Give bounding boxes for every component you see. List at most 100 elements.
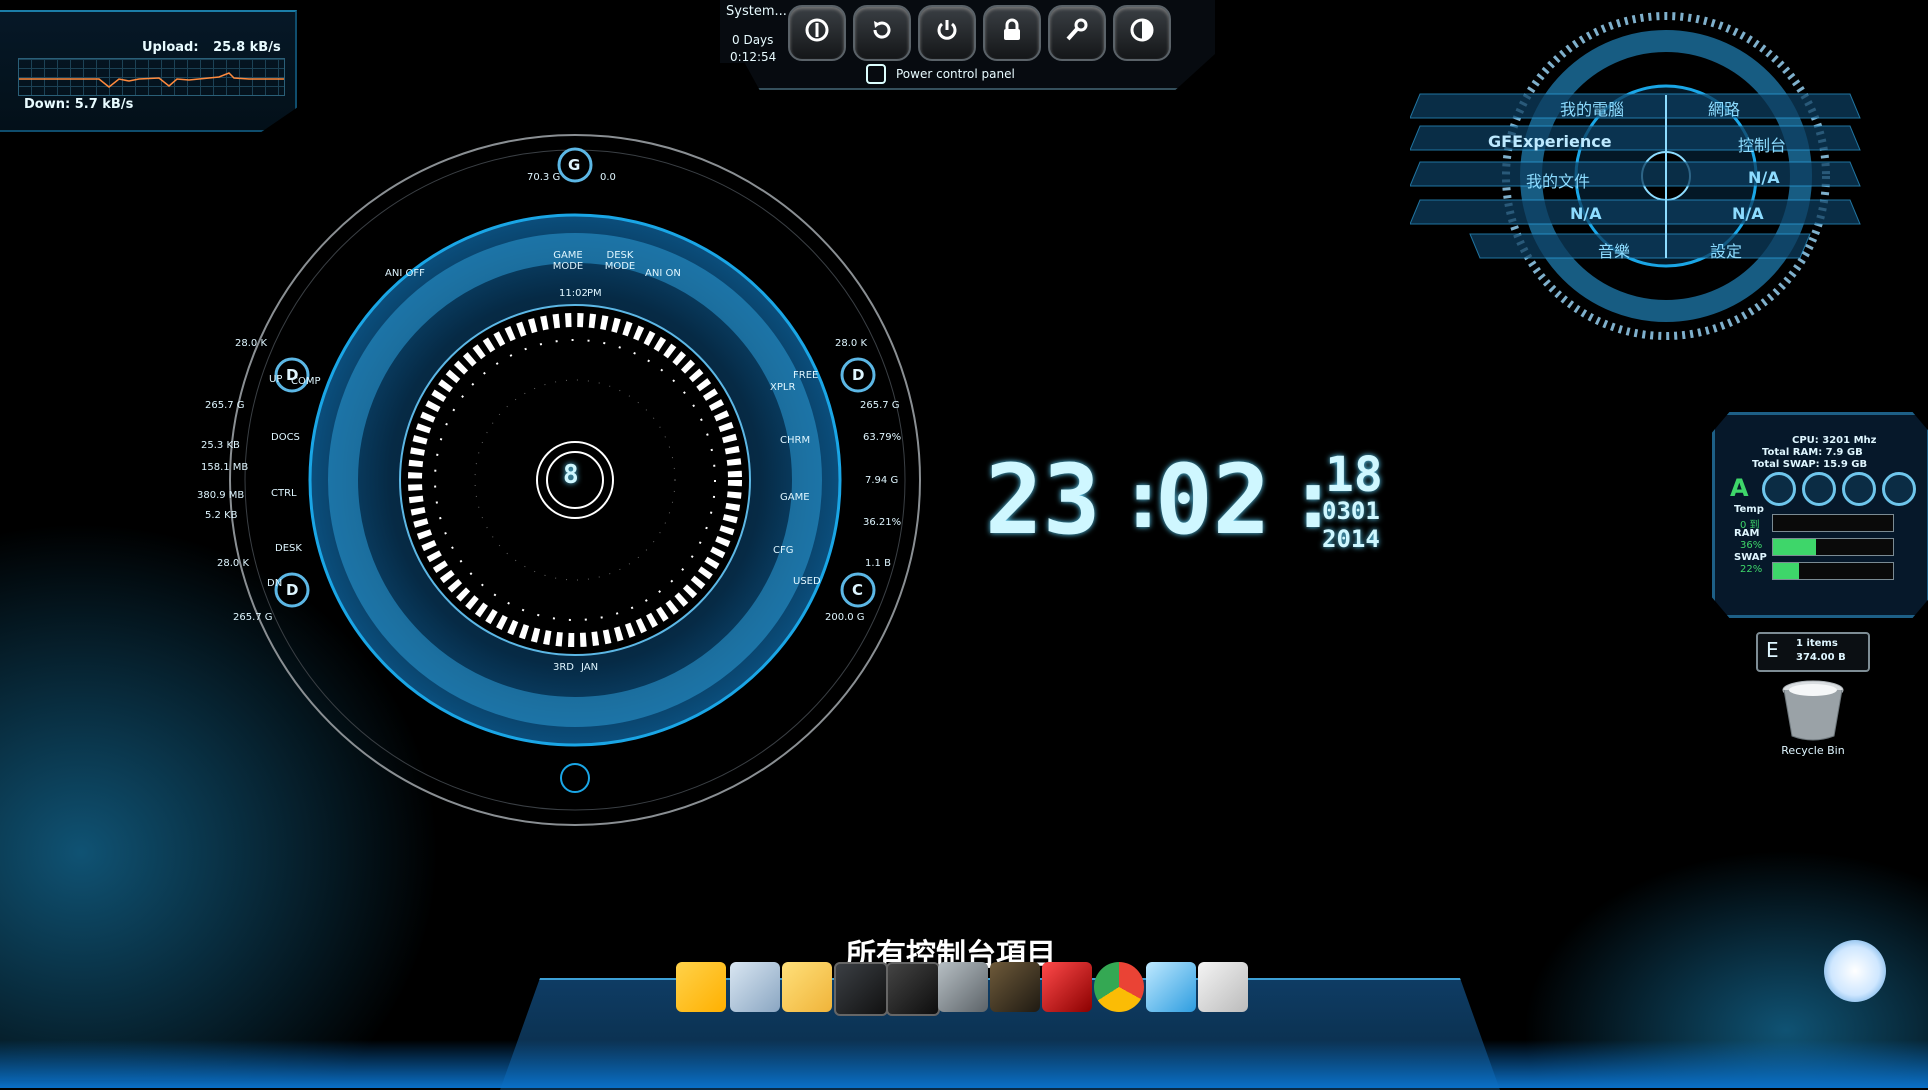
hud-button-game-mode[interactable]: GAME MODE [543, 250, 593, 272]
upload-readout: Upload: 25.8 kB/s [142, 40, 281, 55]
radial-item-control-panel[interactable]: 控制台 [1738, 132, 1786, 156]
drive-size: 374.00 B [1796, 652, 1846, 663]
power-control-panel: System... 0 Days 0:12:54 Power control p… [720, 0, 1215, 92]
dock-tools-icon[interactable] [676, 962, 726, 1012]
hud-center-number[interactable]: 8 [563, 460, 579, 490]
download-readout: Down: 5.7 kB/s [24, 97, 133, 112]
hud-button-comp[interactable]: COMP [291, 376, 321, 387]
swap-label: SWAP [1734, 552, 1767, 563]
radial-item-settings[interactable]: 設定 [1710, 238, 1742, 262]
hibernate-icon [1129, 17, 1155, 50]
hud-button-ani-off[interactable]: ANI OFF [385, 268, 425, 279]
cpu-core-gauges [1762, 472, 1916, 506]
uptime-days: 0 Days [732, 33, 774, 47]
recycle-bin[interactable]: Recycle Bin [1768, 678, 1858, 762]
radial-item-my-documents[interactable]: 我的文件 [1526, 168, 1590, 192]
restart-button[interactable] [853, 5, 911, 61]
drive-letter: E [1766, 638, 1779, 662]
network-graph [18, 58, 285, 96]
drive-e-widget[interactable]: E 1 items 374.00 B [1756, 632, 1870, 672]
hud-month: JAN [581, 662, 599, 673]
lock-icon [999, 17, 1025, 50]
hud-up-label: UP [269, 374, 283, 385]
hud-button-docs[interactable]: DOCS [271, 432, 300, 443]
radial-item-na[interactable]: N/A [1732, 204, 1764, 223]
hud-top-left-value: 70.3 G [527, 172, 561, 183]
radial-menu-rings [1409, 12, 1861, 340]
dock-calculator-icon[interactable] [886, 962, 940, 1016]
hud-button-xplr[interactable]: XPLR [770, 382, 795, 393]
swap-percent: 22% [1740, 564, 1763, 575]
power-panel-label: Power control panel [896, 67, 1015, 81]
radial-item-network[interactable]: 網路 [1708, 96, 1740, 120]
shutdown-button[interactable] [918, 5, 976, 61]
hud-button-desk-mode[interactable]: DESK MODE [595, 250, 645, 272]
total-ram: Total RAM: 7.9 GB [1762, 447, 1863, 458]
power-icon [804, 17, 830, 50]
dock-guild-wars-2-icon[interactable] [1042, 962, 1092, 1012]
hibernate-button[interactable] [1113, 5, 1171, 61]
hud-right-value: 63.79% [863, 432, 902, 443]
hud-button-chrm[interactable]: CHRM [780, 435, 810, 446]
collapse-icon[interactable] [866, 64, 886, 84]
hud-right-value: 265.7 G [860, 400, 900, 411]
hud-left-value: 5.2 KB [205, 510, 238, 521]
hud-button-cfg[interactable]: CFG [773, 545, 793, 556]
hud-badge-g[interactable]: G [568, 156, 580, 174]
cpu-frequency: CPU: 3201 Mhz [1792, 435, 1877, 446]
sysmon-logo: A [1730, 474, 1749, 502]
recycle-bin-icon [1782, 680, 1844, 741]
radial-item-my-computer[interactable]: 我的電腦 [1560, 96, 1624, 120]
hud-button-ctrl[interactable]: CTRL [271, 488, 297, 499]
floor-glow [0, 1040, 1928, 1088]
hud-right-value: 28.0 K [835, 338, 868, 349]
temp-bar [1772, 514, 1894, 532]
radial-item-music[interactable]: 音樂 [1598, 238, 1630, 262]
power-button[interactable] [788, 5, 846, 61]
hud-pm: PM [587, 288, 602, 299]
temp-label: Temp [1734, 504, 1764, 515]
clock-year: 2014 [1322, 525, 1380, 553]
radial-item-na[interactable]: N/A [1570, 204, 1602, 223]
radial-shortcut-menu: 我的電腦 網路 GFExperience 控制台 我的文件 N/A N/A N/… [1409, 0, 1870, 345]
ram-bar [1772, 538, 1894, 556]
dock-crossed-swords-icon[interactable] [938, 962, 988, 1012]
hud-right-value: 1.1 B [865, 558, 891, 569]
bird-app-icon[interactable] [1824, 940, 1886, 1002]
lock-button[interactable] [983, 5, 1041, 61]
hud-left-value: 158.1 MB [201, 462, 249, 473]
hud-badge-c-right[interactable]: C [852, 581, 863, 599]
radial-item-gfexperience[interactable]: GFExperience [1488, 132, 1612, 151]
hud-button-ani-on[interactable]: ANI ON [645, 268, 681, 279]
cpu-core-gauge [1842, 472, 1876, 506]
dock-game-character-icon[interactable] [990, 962, 1040, 1012]
dock-app-c-icon[interactable] [1146, 962, 1196, 1012]
ram-label: RAM [1734, 528, 1760, 539]
hud-button-game[interactable]: GAME [780, 492, 810, 503]
uptime-time: 0:12:54 [730, 50, 777, 64]
hud-right-value: 7.94 G [865, 475, 899, 486]
hud-badge-d-right[interactable]: D [852, 366, 864, 384]
cpu-core-gauge [1802, 472, 1836, 506]
hud-left-value: 265.7 G [205, 400, 245, 411]
hud-badge-d-left-bottom[interactable]: D [286, 581, 298, 599]
clock-hours: 23 [985, 444, 1101, 556]
system-monitor: CPU: 3201 Mhz Total RAM: 7.9 GB Total SW… [1712, 412, 1928, 618]
ram-bar-fill [1773, 539, 1817, 555]
dock-terminal-icon[interactable] [834, 962, 888, 1016]
dock-folder-icon[interactable] [782, 962, 832, 1012]
hud-right-value: 200.0 G [825, 612, 865, 623]
dock-notepad-icon[interactable] [1198, 962, 1248, 1012]
cpu-core-gauge [1762, 472, 1796, 506]
hud-ring-launcher: 8 G D D D C 70.3 G 0.0 ANI OFF GAME MODE… [197, 120, 925, 840]
drive-item-count: 1 items [1796, 638, 1838, 649]
cpu-core-gauge [1882, 472, 1916, 506]
dock-chrome-icon[interactable] [1094, 962, 1144, 1012]
hud-left-value: 265.7 G [233, 612, 273, 623]
settings-button[interactable] [1048, 5, 1106, 61]
hud-button-desk[interactable]: DESK [275, 543, 302, 554]
dock-files-icon[interactable] [730, 962, 780, 1012]
hud-free-label: FREE [793, 370, 819, 381]
total-swap: Total SWAP: 15.9 GB [1752, 459, 1868, 470]
radial-item-na[interactable]: N/A [1748, 168, 1780, 187]
